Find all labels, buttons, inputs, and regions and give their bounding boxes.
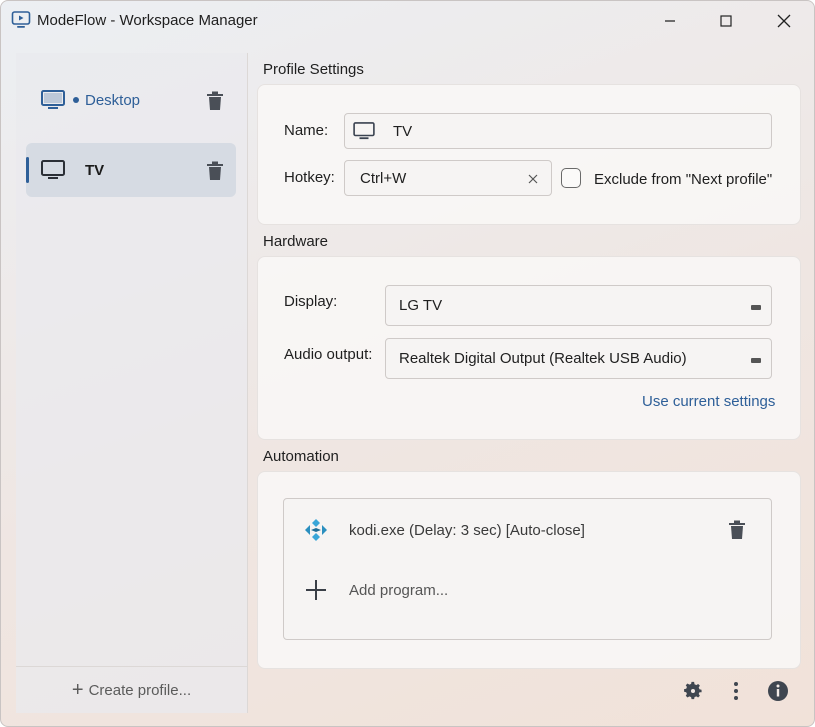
create-profile-button[interactable]: + Create profile... (16, 666, 247, 713)
close-button[interactable] (761, 7, 807, 35)
sidebar-item-desktop[interactable]: Desktop (26, 73, 236, 127)
plus-icon: + (71, 679, 84, 701)
program-list: kodi.exe (Delay: 3 sec) [Auto-close] Add… (283, 498, 772, 640)
exclude-label[interactable]: Exclude from "Next profile" (594, 171, 772, 188)
about-button[interactable] (766, 679, 790, 703)
sidebar-item-label: TV (85, 161, 105, 179)
audio-label: Audio output: (284, 346, 373, 363)
selection-accent (26, 157, 29, 183)
app-logo-icon (11, 11, 31, 28)
name-input[interactable]: TV (344, 113, 772, 149)
audio-value: Realtek Digital Output (Realtek USB Audi… (399, 350, 687, 367)
sidebar-item-label: Desktop (85, 91, 141, 109)
program-label: kodi.exe (Delay: 3 sec) [Auto-close] (349, 521, 585, 539)
display-label: Display: (284, 293, 338, 310)
use-current-settings-link[interactable]: Use current settings (642, 393, 775, 410)
monitor-icon (353, 122, 375, 140)
profile-sidebar: Desktop TV + Create profile... (16, 53, 248, 713)
clear-icon[interactable] (528, 174, 538, 184)
gear-icon (684, 681, 702, 700)
profile-settings-card: Name: TV Hotkey: Ctrl+W Exclude from "Ne… (257, 84, 801, 225)
audio-select[interactable]: Realtek Digital Output (Realtek USB Audi… (385, 338, 772, 379)
active-profile-indicator (73, 97, 79, 103)
section-title-hardware: Hardware (263, 233, 329, 250)
hardware-card: Display: LG TV Audio output: Realtek Dig… (257, 256, 801, 440)
maximize-icon (720, 15, 732, 27)
monitor-icon (41, 90, 65, 109)
app-window: ModeFlow - Workspace Manager Desktop TV … (0, 0, 815, 727)
add-program-button[interactable]: Add program... (284, 570, 771, 610)
plus-icon (306, 580, 326, 600)
trash-icon[interactable] (728, 520, 746, 540)
more-vertical-icon (734, 682, 738, 700)
window-title: ModeFlow - Workspace Manager (37, 12, 258, 29)
sidebar-item-tv[interactable]: TV (26, 143, 236, 197)
dropdown-icon (751, 305, 761, 310)
name-value: TV (393, 122, 413, 140)
minimize-button[interactable] (647, 7, 693, 35)
hotkey-input[interactable]: Ctrl+W (344, 160, 552, 196)
section-title-profile-settings: Profile Settings (263, 61, 364, 78)
add-program-label: Add program... (349, 581, 449, 599)
monitor-icon (41, 160, 65, 179)
list-item[interactable]: kodi.exe (Delay: 3 sec) [Auto-close] (284, 510, 771, 550)
display-value: LG TV (399, 297, 443, 314)
create-profile-label: Create profile... (88, 681, 192, 699)
settings-button[interactable] (681, 679, 705, 703)
section-title-automation: Automation (263, 448, 339, 465)
close-icon (777, 14, 791, 28)
trash-icon[interactable] (206, 161, 224, 181)
trash-icon[interactable] (206, 91, 224, 111)
hotkey-label: Hotkey: (284, 169, 335, 186)
more-options-button[interactable] (724, 679, 748, 703)
hotkey-value: Ctrl+W (360, 169, 407, 187)
dropdown-icon (751, 358, 761, 363)
display-select[interactable]: LG TV (385, 285, 772, 326)
kodi-icon (305, 519, 327, 541)
minimize-icon (665, 20, 675, 22)
exclude-checkbox[interactable] (561, 168, 581, 188)
info-icon (768, 681, 788, 701)
maximize-button[interactable] (703, 7, 749, 35)
name-label: Name: (284, 122, 329, 139)
title-bar: ModeFlow - Workspace Manager (1, 1, 814, 41)
